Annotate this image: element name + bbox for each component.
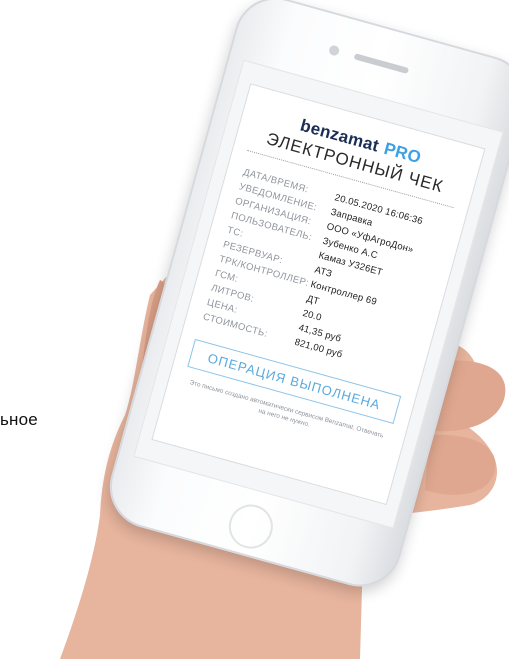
speaker-icon <box>353 53 410 74</box>
side-text-fragment: ьное <box>0 410 38 429</box>
home-button[interactable] <box>223 499 278 554</box>
front-camera-icon <box>327 44 341 57</box>
